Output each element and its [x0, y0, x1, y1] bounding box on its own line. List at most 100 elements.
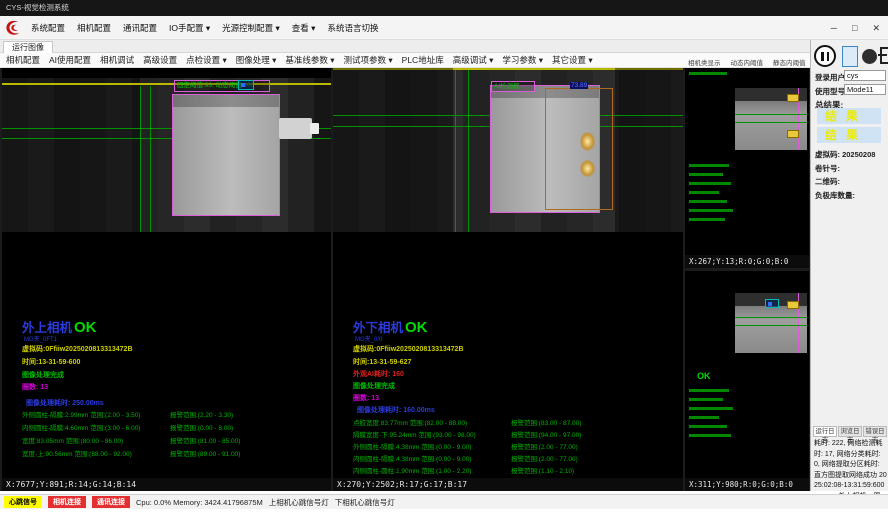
measurement-row: 外侧圆柱-隔膜:4.38mm 范围:(0.00 - 9.00) 报警范围:(2.…: [353, 441, 683, 451]
menu-item-light-config[interactable]: 光源控制配置 ▾: [222, 22, 280, 34]
header-static-threshold[interactable]: 静态内阈值: [773, 57, 806, 67]
image-shadow: [615, 68, 683, 232]
menu-item-camera-config[interactable]: 相机配置: [77, 22, 111, 34]
bottom-camera-heartbeat: 下相机心跳信号灯: [335, 497, 395, 508]
camera-thumb-bottom[interactable]: [735, 293, 807, 353]
toolbar-image-processing[interactable]: 图像处理 ▾: [236, 54, 277, 66]
alarm-range: 报警范围:(94.00 - 97.00): [511, 429, 581, 439]
result-box-1: 结果: [817, 108, 881, 124]
right-top-coordinate-bar: X:267;Y:13;R:0;G:0;B:0: [685, 255, 809, 268]
measurement-row: 点胶宽度:83.77mm 范围:(82.00 - 88.00) 报警范围:(83…: [353, 417, 683, 427]
minimize-icon[interactable]: ─: [831, 23, 837, 33]
menu-item-view[interactable]: 查看 ▾: [292, 22, 316, 34]
menu-bar: 系统配置 相机配置 通讯配置 IO手配置 ▾ 光源控制配置 ▾ 查看 ▾ 系统语…: [0, 16, 888, 40]
pause-icon: [827, 52, 830, 61]
ai-roi-label: AI检测框: [491, 81, 535, 92]
overlay-green-hline: [735, 122, 807, 123]
toolbar-ai-config[interactable]: AI使用配置: [49, 54, 91, 66]
toolbar-test-params[interactable]: 测试项参数 ▾: [344, 54, 393, 66]
right-top-camera-panel: X:267;Y:13;R:0;G:0;B:0: [685, 68, 809, 268]
measurement-row: 内侧圆柱-圆柱:1.90mm 范围:(1.00 - 2.20) 报警范围:(1.…: [353, 465, 683, 475]
thumb-yellow-chip: [787, 301, 799, 309]
measurement-row: 宽度:83.05mm 范围:(80.00 - 86.00) 报警范围:(81.0…: [22, 435, 352, 445]
overlay-orange-roi: [545, 88, 613, 210]
overlay-green-vline: [150, 86, 151, 232]
image-shadow: [2, 78, 140, 232]
header-dynamic-threshold[interactable]: 动态内阈值: [731, 57, 764, 67]
toolbar-learning-params[interactable]: 学习参数 ▾: [502, 54, 543, 66]
camera-connect-badge: 相机连接: [48, 496, 86, 508]
toolbar-advanced-settings[interactable]: 高级设置: [143, 54, 177, 66]
middle-camera-ok: OK: [405, 319, 428, 336]
result-box-2: 结果: [817, 127, 881, 143]
app-window: CYS-视觉检测系统 系统配置 相机配置 通讯配置 IO手配置 ▾ 光源控制配置…: [0, 0, 888, 522]
maximize-icon[interactable]: □: [852, 23, 857, 33]
tab-run-log[interactable]: 运行日志: [813, 426, 837, 437]
thumb-text-line: [689, 389, 729, 392]
thumb-text-line: [689, 182, 731, 185]
left-camera-name: 外上相机: [22, 321, 72, 335]
measure-value: 宽度-上:90.56mm 范围:(88.00 - 92.00): [22, 451, 132, 458]
camera-view-middle[interactable]: AI检测框 73.89: [333, 68, 683, 232]
thumb-text-line: [689, 218, 725, 221]
menu-item-system-config[interactable]: 系统配置: [31, 22, 65, 34]
part-shade: [173, 95, 279, 107]
window-controls: ─ □ ✕: [831, 16, 880, 40]
model-field[interactable]: Mode11: [844, 84, 886, 95]
left-time: 时间:13-31-59-600: [22, 357, 80, 367]
left-coordinate-bar: X:7677;Y:891;R:14;G:14;B:14: [2, 478, 331, 491]
right-bottom-result: OK: [697, 371, 711, 381]
toolbar-camera-debug[interactable]: 相机调试: [100, 54, 134, 66]
login-user-field[interactable]: cys: [844, 70, 886, 81]
measure-value: 外侧圆柱-隔膜:4.38mm 范围:(0.00 - 9.00): [353, 444, 471, 451]
window-title: CYS-视觉检测系统: [6, 3, 69, 12]
camera-thumb-top[interactable]: [735, 88, 807, 150]
left-count: 圈数: 13: [22, 382, 48, 392]
menu-item-comm-config[interactable]: 通讯配置: [123, 22, 157, 34]
toolbar-spot-check[interactable]: 点检设置 ▾: [186, 54, 227, 66]
tab-browse-log[interactable]: 浏览日志: [838, 426, 862, 437]
overlay-green-vline: [140, 86, 141, 232]
model-label: 使用型号:: [815, 86, 848, 97]
tab-run-image[interactable]: 运行图像: [3, 41, 53, 53]
menu-item-io-config[interactable]: IO手配置 ▾: [169, 22, 210, 34]
pause-button[interactable]: [814, 45, 836, 67]
left-barcode: 虚拟码:0Ffiiw2025020813313472B: [22, 344, 133, 354]
close-icon[interactable]: ✕: [872, 23, 880, 34]
operator-button[interactable]: [862, 49, 877, 64]
toolbar-plc-address[interactable]: PLC地址库: [402, 54, 444, 66]
header-camera-display[interactable]: 相机类显示: [688, 57, 721, 67]
image-shadow: [314, 78, 331, 232]
measurement-row: 宽度-上:90.56mm 范围:(88.00 - 92.00) 报警范围:(89…: [22, 448, 352, 458]
thumb-text-line: [689, 200, 727, 203]
part-connector-tip: [310, 123, 319, 134]
right-panel-header: 相机类显示 动态内阈值 静态内阈值: [688, 57, 806, 67]
tab-error-log[interactable]: 错误日志: [863, 426, 887, 437]
toolbar-baseline-params[interactable]: 基准线参数 ▾: [285, 54, 334, 66]
middle-count: 圈数: 13: [353, 393, 379, 403]
menu-item-language[interactable]: 系统语言切换: [327, 22, 378, 34]
middle-camera-name: 外下相机: [353, 321, 403, 335]
overlay-green-vline: [468, 70, 469, 232]
image-shadow: [333, 68, 453, 232]
alarm-range: 报警范围:(0.00 - 8.00): [170, 422, 233, 432]
left-camera-ok: OK: [74, 319, 97, 336]
overlay-green-hline: [735, 325, 807, 326]
tab-strip: 运行图像: [0, 40, 888, 53]
middle-camera-panel: AI检测框 73.89 外下相机OK MG夹_0/0 虚拟码:0Ffiiw202…: [333, 68, 683, 491]
toolbar-camera-config[interactable]: 相机配置: [6, 54, 40, 66]
overlay-green-hline: [735, 317, 807, 318]
camera-view-left[interactable]: 固定阈值:93, 动态阈值:100: [2, 78, 331, 232]
toolbar-other-settings[interactable]: 其它设置 ▾: [552, 54, 593, 66]
log-tab-strip: 运行日志 浏览日志 错误日志: [813, 426, 887, 437]
left-camera-sub: MG夹_0FT1: [24, 334, 57, 343]
user-login-button[interactable]: [842, 46, 858, 67]
overlay-green-vline: [455, 70, 456, 232]
thumb-text-line: [689, 416, 719, 419]
toolbar-advanced-debug[interactable]: 高级调试 ▾: [453, 54, 494, 66]
middle-ai-time: 外观AI耗时: 160: [353, 369, 404, 379]
overlay-green-hline: [735, 114, 807, 115]
exit-button[interactable]: [880, 47, 888, 64]
left-camera-panel: 固定阈值:93, 动态阈值:100 外上相机OK MG夹_0FT1 虚拟码:0F…: [2, 68, 331, 491]
measure-value: 点胶宽度:83.77mm 范围:(82.00 - 88.00): [353, 420, 467, 427]
